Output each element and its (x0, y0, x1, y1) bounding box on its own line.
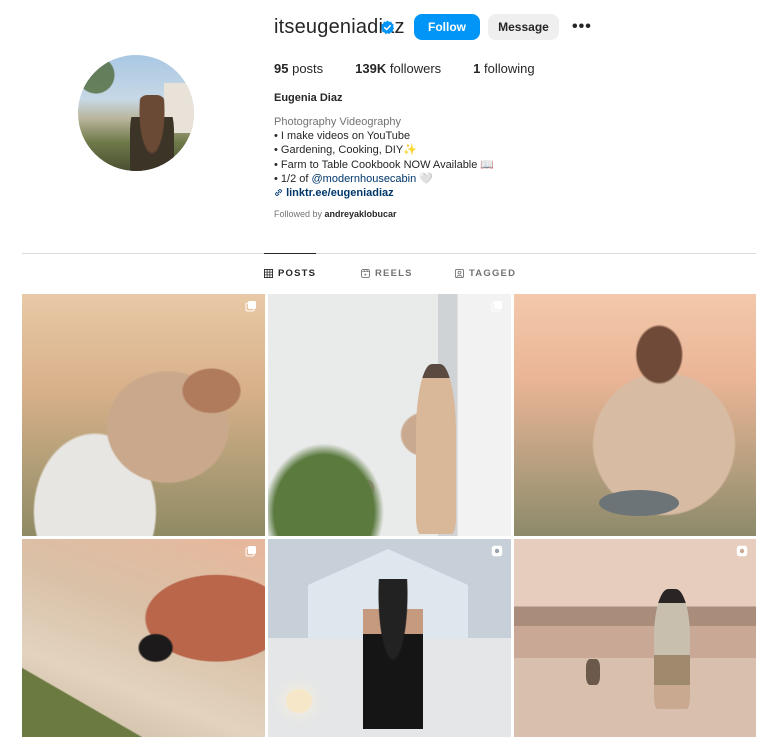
following-count: 1 (473, 61, 481, 76)
link-icon (275, 189, 282, 196)
post-plants (268, 416, 408, 536)
tabs-divider (22, 253, 756, 254)
followed-by-user[interactable]: andreyaklobucar (325, 209, 397, 219)
tab-reels[interactable]: REELS (361, 268, 413, 279)
follow-button[interactable]: Follow (414, 14, 480, 40)
avatar-background (78, 55, 138, 105)
following-label: following (484, 61, 535, 76)
bio-line: • I make videos on YouTube (274, 130, 411, 143)
bio-line-emoji: 🤍 (416, 172, 433, 185)
post-thumbnail[interactable] (514, 539, 756, 737)
post-pan (599, 490, 679, 516)
tab-posts-label: POSTS (278, 268, 317, 279)
post-thumbnail[interactable] (268, 539, 511, 737)
followers-stat[interactable]: 139K followers (355, 61, 441, 76)
profile-avatar[interactable] (78, 55, 194, 171)
profile-link-row[interactable]: linktr.ee/eugeniadiaz (274, 186, 494, 200)
post-lamp (286, 689, 312, 713)
tagged-icon (455, 269, 464, 278)
posts-count: 95 (274, 61, 289, 76)
carousel-icon (491, 301, 502, 312)
mention-link[interactable]: @modernhousecabin (312, 173, 417, 185)
tab-reels-label: REELS (375, 268, 413, 279)
followed-by[interactable]: Followed by andreyaklobucar (274, 209, 397, 219)
profile-bio: Photography Videography • I make videos … (274, 115, 494, 200)
verified-badge-icon (380, 20, 395, 35)
bio-line: • Gardening, Cooking, DIY✨ (274, 144, 417, 157)
more-options-icon[interactable]: ••• (572, 18, 594, 35)
reel-icon (491, 545, 503, 557)
carousel-icon (245, 546, 256, 557)
bio-line: • 1/2 of @modernhousecabin 🤍 (274, 172, 494, 186)
grid-icon (264, 269, 273, 278)
profile-full-name: Eugenia Diaz (274, 92, 343, 104)
tab-tagged[interactable]: TAGGED (455, 268, 516, 279)
posts-grid (22, 294, 756, 737)
post-vegetation (22, 647, 162, 737)
post-subject (363, 579, 423, 729)
post-subject (416, 364, 456, 534)
reels-icon (361, 269, 370, 278)
followers-count: 139K (355, 61, 387, 76)
profile-category: Photography Videography (274, 116, 402, 128)
followers-label: followers (389, 61, 442, 76)
post-subject (654, 589, 690, 709)
posts-stat[interactable]: 95 posts (274, 61, 323, 76)
tab-posts[interactable]: POSTS (264, 268, 316, 279)
post-thumbnail[interactable] (514, 294, 756, 536)
post-thumbnail[interactable] (22, 539, 265, 737)
profile-stats: 95 posts 139K followers 1 following (274, 61, 567, 76)
post-dog (586, 659, 600, 685)
posts-label: posts (292, 61, 324, 76)
following-stat[interactable]: 1 following (473, 61, 534, 76)
active-tab-indicator (264, 253, 316, 254)
avatar-person (130, 95, 174, 171)
bio-line-text: • 1/2 of (274, 172, 312, 185)
post-thumbnail[interactable] (22, 294, 265, 536)
profile-link[interactable]: linktr.ee/eugeniadiaz (286, 187, 394, 199)
reel-icon (736, 545, 748, 557)
message-button[interactable]: Message (488, 14, 559, 40)
followed-by-prefix: Followed by (274, 209, 325, 219)
carousel-icon (245, 301, 256, 312)
bio-line: • Farm to Table Cookbook NOW Available 📖 (274, 158, 495, 171)
tab-tagged-label: TAGGED (469, 268, 517, 279)
post-thumbnail[interactable] (268, 294, 511, 536)
